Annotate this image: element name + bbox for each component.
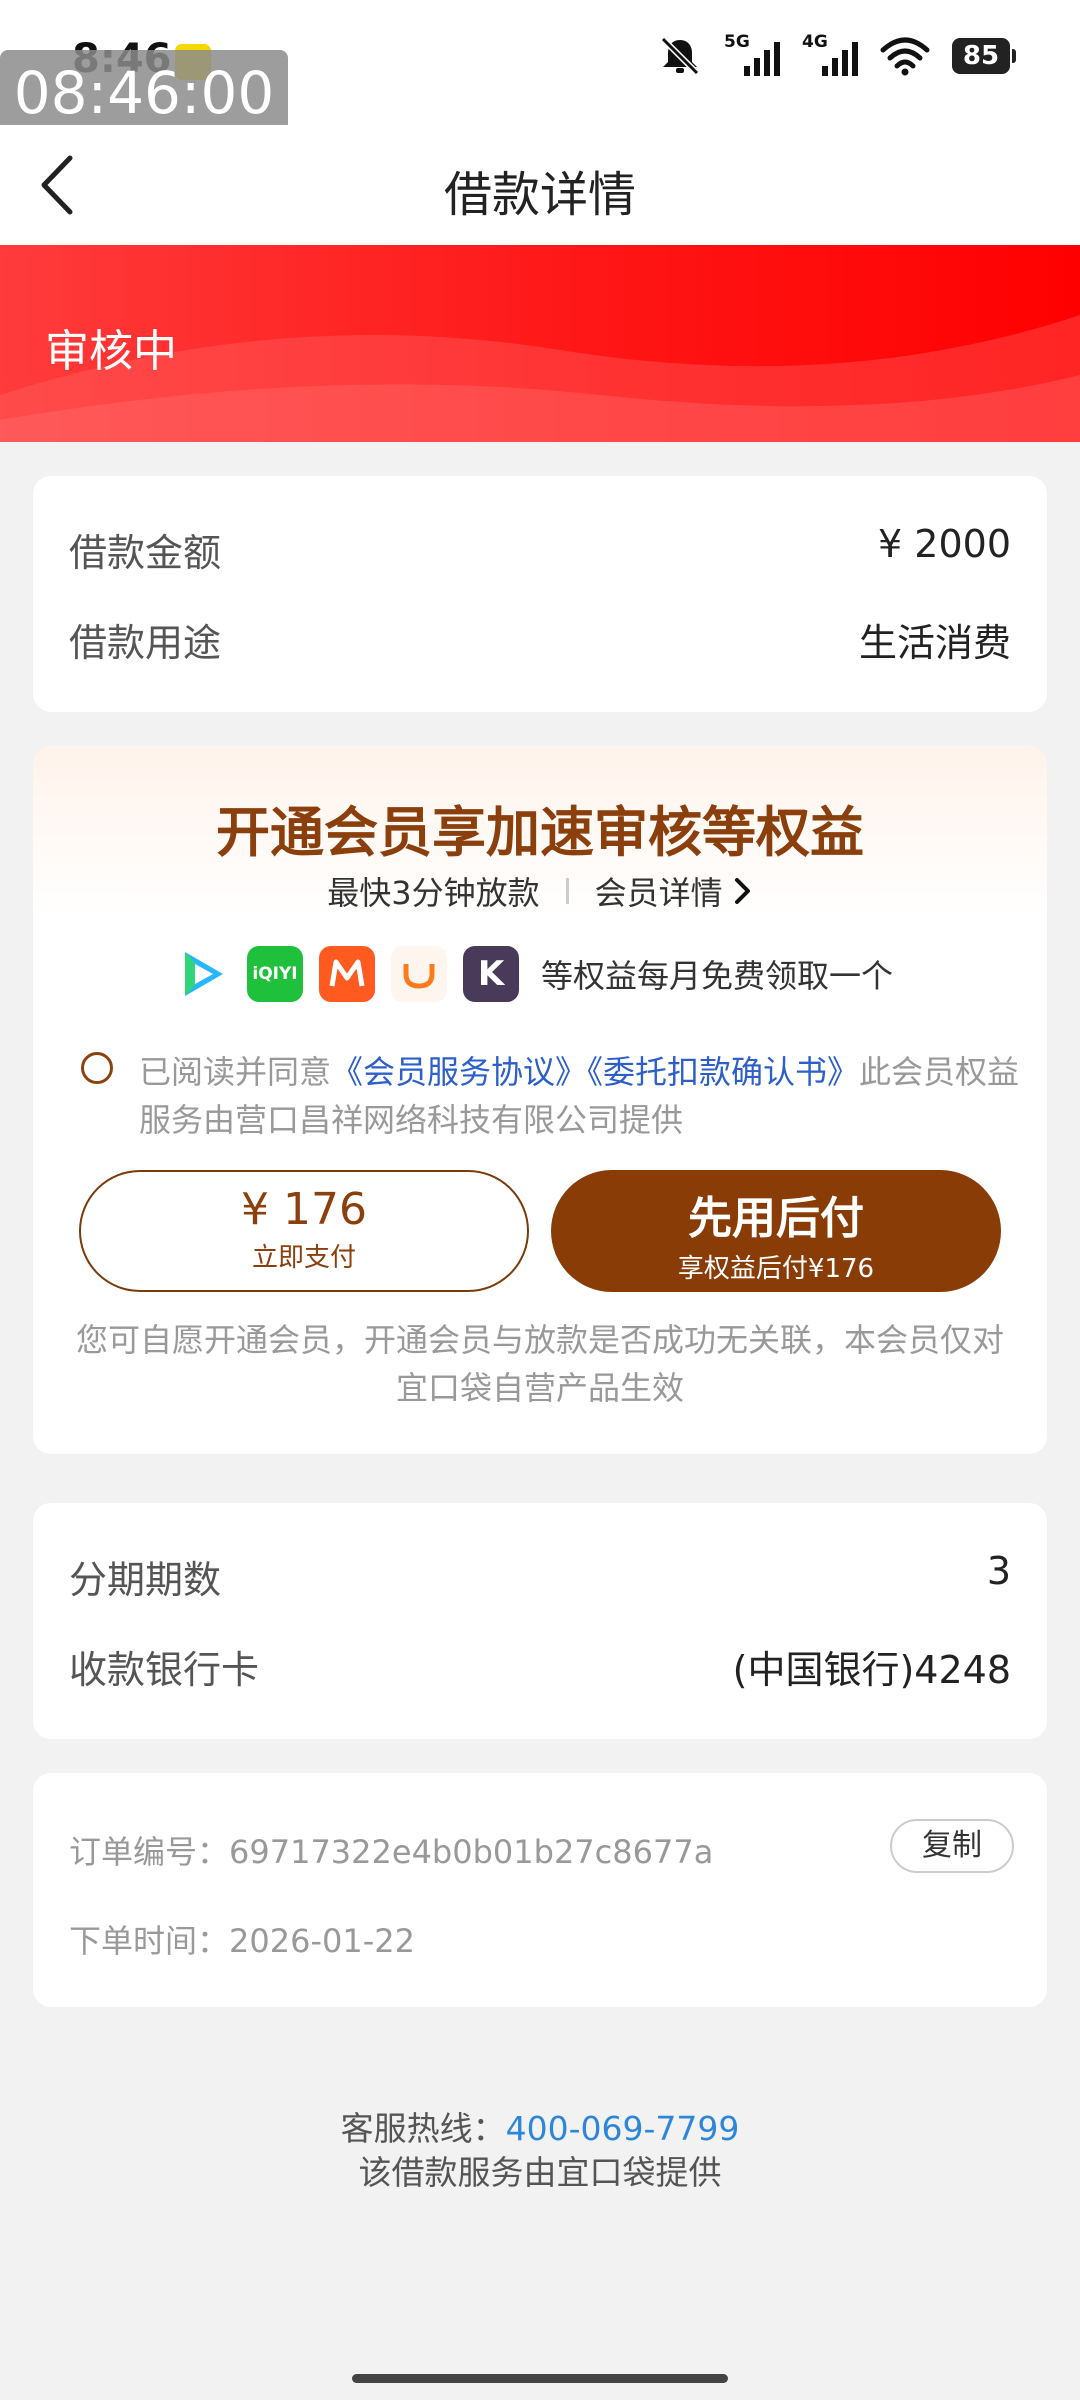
benefit-apps-text: 等权益每月免费领取一个 <box>541 957 894 995</box>
loan-purpose-label: 借款用途 <box>69 621 222 665</box>
review-status: 审核中 <box>45 326 177 377</box>
loan-purpose-value: 生活消费 <box>858 621 1011 665</box>
home-indicator[interactable] <box>352 2374 728 2383</box>
status-banner: 审核中 <box>0 245 1080 442</box>
member-detail-link[interactable]: 会员详情 <box>595 868 753 914</box>
keep-icon: K <box>463 946 519 1002</box>
member-detail-label: 会员详情 <box>594 874 723 912</box>
iqiyi-icon: iQIYI <box>247 946 303 1002</box>
didi-icon <box>391 946 447 1002</box>
installments-value: 3 <box>986 1549 1011 1593</box>
agreement-checkbox[interactable] <box>81 1052 113 1084</box>
pay-now-button[interactable]: ¥ 176 立即支付 <box>79 1170 529 1292</box>
status-bar: 8:46 08:46:00 5G 4G 85 <box>0 0 1080 136</box>
membership-subline: 最快3分钟放款 会员详情 <box>33 868 1047 914</box>
pay-later-button[interactable]: 先用后付 享权益后付¥176 <box>551 1170 1001 1292</box>
loan-amount-label: 借款金额 <box>69 531 222 575</box>
mango-tv-icon <box>319 946 375 1002</box>
divider <box>565 878 569 904</box>
membership-card: 开通会员享加速审核等权益 最快3分钟放款 会员详情 iQIYI K 等权益每月免… <box>33 746 1047 1454</box>
nav-bar: 借款详情 <box>0 125 1080 245</box>
agreement-text: 已阅读并同意《会员服务协议》《委托扣款确认书》此会员权益服务由营口昌祥网络科技有… <box>139 1053 1020 1139</box>
pay-now-label: 立即支付 <box>251 1243 356 1273</box>
pay-later-sub: 享权益后付¥176 <box>677 1254 875 1284</box>
mute-bell-icon <box>660 36 700 76</box>
pay-now-price: ¥ 176 <box>241 1184 367 1235</box>
loan-amount-row: 借款金额 ¥ 2000 <box>69 522 1011 577</box>
hotline-label: 客服热线： <box>340 2109 506 2148</box>
benefit-apps-row: iQIYI K 等权益每月免费领取一个 <box>175 946 893 1002</box>
wifi-icon <box>880 37 930 76</box>
page-title: 借款详情 <box>443 167 636 223</box>
installments-row: 分期期数 3 <box>69 1549 1011 1604</box>
copy-button[interactable]: 复制 <box>890 1819 1014 1873</box>
order-info-card: 订单编号：69717322e4b0b01b27c8677a 复制 下单时间：20… <box>33 1773 1047 2007</box>
battery-icon: 85 <box>952 38 1016 74</box>
order-number: 订单编号：69717322e4b0b01b27c8677a <box>69 1833 714 1871</box>
member-service-agreement-link[interactable]: 《会员服务协议》 <box>331 1053 587 1091</box>
signal-4g-icon: 4G <box>802 32 858 76</box>
pay-later-label: 先用后付 <box>688 1193 864 1244</box>
time-overlay: 08:46:00 <box>0 50 288 136</box>
loan-info-card: 借款金额 ¥ 2000 借款用途 生活消费 <box>33 476 1047 712</box>
membership-note: 您可自愿开通会员，开通会员与放款是否成功无关联，本会员仅对宜口袋自营产品生效 <box>75 1321 1004 1407</box>
service-provider-text: 该借款服务由宜口袋提供 <box>358 2153 722 2192</box>
membership-title: 开通会员享加速审核等权益 <box>216 801 864 864</box>
order-time: 下单时间：2026-01-22 <box>69 1922 415 1960</box>
tencent-video-icon <box>175 946 231 1002</box>
hotline-number-link[interactable]: 400-069-7799 <box>506 2109 740 2148</box>
bank-card-row: 收款银行卡 (中国银行)4248 <box>69 1639 1011 1694</box>
agreement-row: 已阅读并同意《会员服务协议》《委托扣款确认书》此会员权益服务由营口昌祥网络科技有… <box>81 1048 1021 1144</box>
loan-amount-value: ¥ 2000 <box>878 522 1011 566</box>
entrusted-deduction-link[interactable]: 《委托扣款确认书》 <box>587 1053 859 1091</box>
bank-card-value: (中国银行)4248 <box>732 1648 1011 1692</box>
customer-service-hotline: 客服热线：400-069-7799 <box>0 2102 1080 2150</box>
loan-purpose-row: 借款用途 生活消费 <box>69 612 1011 667</box>
fastest-disbursement-text: 最快3分钟放款 <box>327 874 540 912</box>
signal-5g-icon: 5G <box>724 32 780 76</box>
status-icons: 5G 4G 85 <box>658 32 1016 76</box>
installments-label: 分期期数 <box>69 1558 222 1602</box>
repayment-info-card: 分期期数 3 收款银行卡 (中国银行)4248 <box>33 1503 1047 1739</box>
chevron-right-icon <box>734 878 750 904</box>
bank-card-label: 收款银行卡 <box>69 1648 260 1692</box>
